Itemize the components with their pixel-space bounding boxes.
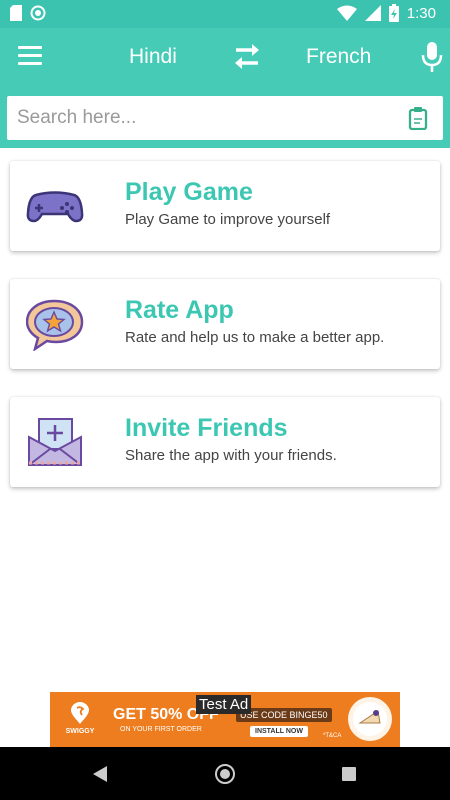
search-input[interactable]: [17, 106, 387, 130]
ad-install-button[interactable]: INSTALL NOW: [250, 726, 308, 737]
status-bar: 1:30: [0, 0, 450, 28]
card-title: Rate App: [125, 296, 234, 324]
play-game-card[interactable]: Play Game Play Game to improve yourself: [10, 161, 440, 251]
back-icon[interactable]: [93, 766, 107, 782]
ad-terms: *T&CA: [323, 733, 342, 739]
clock: 1:30: [406, 4, 436, 22]
menu-icon[interactable]: [18, 46, 42, 68]
card-subtitle: Share the app with your friends.: [125, 447, 337, 464]
card-title: Invite Friends: [125, 414, 288, 442]
wifi-icon: [336, 5, 357, 21]
test-ad-label: Test Ad: [196, 695, 252, 714]
card-subtitle: Rate and help us to make a better app.: [125, 329, 385, 346]
recent-apps-icon[interactable]: [342, 767, 356, 781]
toolbar: Hindi French: [0, 28, 450, 88]
gamepad-icon: [26, 181, 84, 233]
ad-banner[interactable]: SWIGGY GET 50% OFF ON YOUR FIRST ORDER U…: [50, 692, 400, 747]
envelope-invite-icon: [26, 417, 84, 469]
swap-languages-icon[interactable]: [230, 42, 264, 72]
sd-card-icon: [10, 5, 22, 21]
ad-brand-name: SWIGGY: [65, 728, 95, 735]
home-icon[interactable]: [215, 764, 235, 784]
star-bubble-icon: [25, 299, 84, 352]
notification-dot-icon: [30, 5, 46, 21]
ad-product-image: [348, 697, 392, 741]
search-box: [7, 96, 443, 140]
ad-brand: SWIGGY: [60, 702, 100, 735]
cell-signal-icon: [364, 5, 381, 21]
search-area: [0, 88, 450, 148]
battery-charging-icon: [388, 4, 399, 22]
clipboard-icon[interactable]: [407, 106, 429, 131]
ad-subline: ON YOUR FIRST ORDER: [120, 726, 202, 733]
microphone-icon[interactable]: [418, 40, 446, 74]
system-nav-bar: [0, 747, 450, 800]
card-title: Play Game: [125, 178, 253, 206]
rate-app-card[interactable]: Rate App Rate and help us to make a bett…: [10, 279, 440, 369]
invite-friends-card[interactable]: Invite Friends Share the app with your f…: [10, 397, 440, 487]
swiggy-logo-icon: [71, 702, 89, 724]
target-language-selector[interactable]: French: [306, 45, 371, 69]
card-subtitle: Play Game to improve yourself: [125, 211, 331, 228]
source-language-selector[interactable]: Hindi: [129, 45, 177, 69]
